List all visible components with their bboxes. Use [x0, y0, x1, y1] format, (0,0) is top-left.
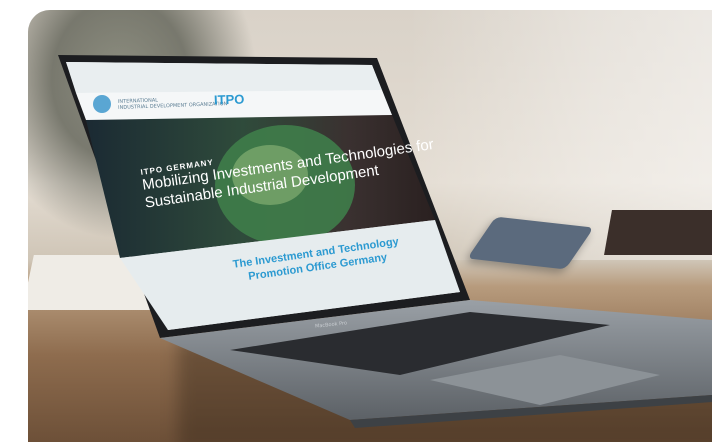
- laptop: [58, 55, 712, 428]
- unido-logo-icon: [93, 95, 111, 113]
- photo-frame: INTERNATIONAL INDUSTRIAL DEVELOPMENT ORG…: [0, 0, 712, 442]
- itpo-logo: ITPO: [213, 91, 245, 108]
- browser-header: [66, 62, 382, 93]
